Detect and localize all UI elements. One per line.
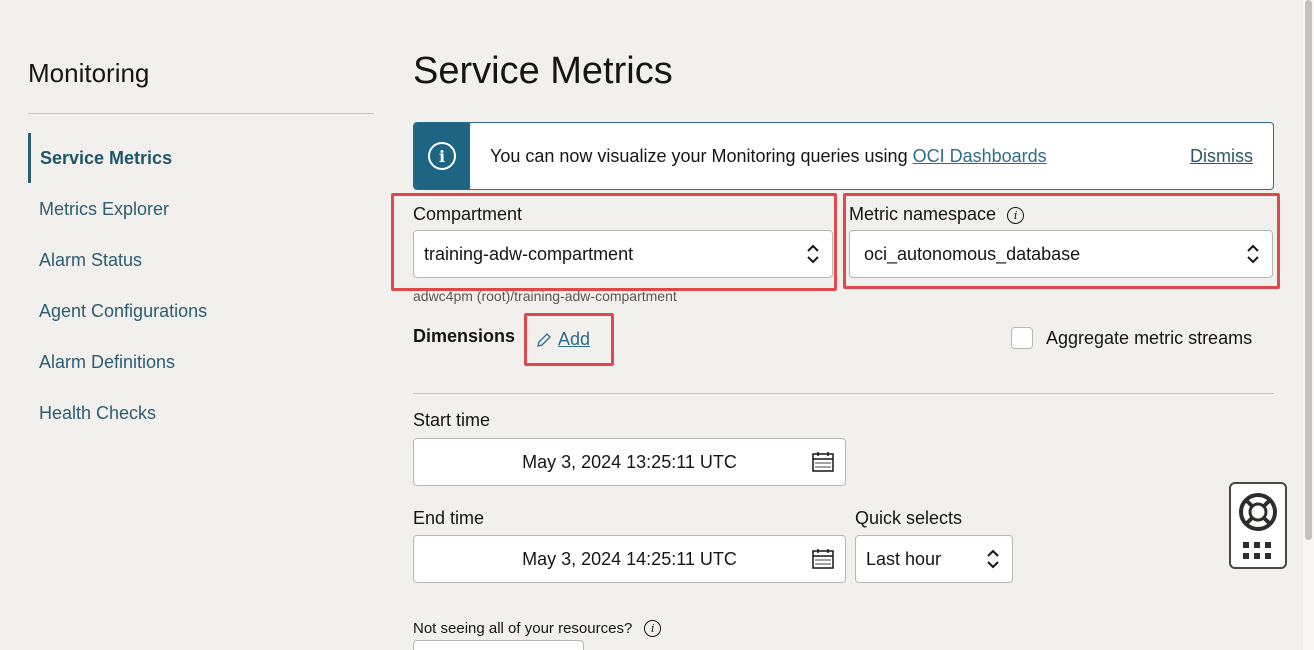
lifebuoy-icon	[1239, 493, 1277, 531]
sidebar-item-label: Metrics Explorer	[39, 199, 170, 219]
section-divider	[413, 393, 1274, 394]
namespace-label: Metric namespace	[849, 204, 997, 224]
sidebar-divider	[28, 113, 374, 114]
namespace-select[interactable]: oci_autonomous_database	[849, 230, 1273, 278]
not-seeing-text: Not seeing all of your resources?	[413, 620, 633, 637]
chevron-updown-icon	[1247, 244, 1259, 264]
sidebar-item-service-metrics[interactable]: Service Metrics	[28, 133, 358, 183]
info-icon[interactable]: i	[644, 620, 662, 637]
help-widget[interactable]	[1229, 482, 1287, 569]
scrollbar-thumb[interactable]	[1305, 0, 1312, 540]
dismiss-button[interactable]: Dismiss	[1190, 146, 1253, 167]
banner-text: You can now visualize your Monitoring qu…	[490, 146, 1047, 167]
info-banner: i You can now visualize your Monitoring …	[413, 122, 1274, 190]
quick-selects-label: Quick selects	[855, 508, 963, 528]
oci-dashboards-link[interactable]: OCI Dashboards	[913, 146, 1047, 166]
sidebar-item-label: Health Checks	[39, 403, 157, 423]
aggregate-label: Aggregate metric streams	[1046, 328, 1253, 348]
sidebar-item-label: Alarm Status	[39, 250, 143, 270]
end-time-input[interactable]: May 3, 2024 14:25:11 UTC	[413, 535, 846, 583]
info-icon: i	[428, 142, 456, 170]
chevron-updown-icon	[807, 244, 819, 264]
partial-button[interactable]	[413, 640, 584, 650]
namespace-value: oci_autonomous_database	[864, 243, 1081, 264]
sidebar-item-alarm-definitions[interactable]: Alarm Definitions	[28, 337, 358, 387]
quick-selects-value: Last hour	[866, 548, 942, 569]
pencil-icon	[537, 332, 551, 347]
sidebar-item-alarm-status[interactable]: Alarm Status	[28, 235, 358, 285]
quick-selects-select[interactable]: Last hour	[855, 535, 1013, 583]
sidebar-title: Monitoring	[28, 58, 150, 88]
sidebar-item-metrics-explorer[interactable]: Metrics Explorer	[28, 184, 358, 234]
compartment-value: training-adw-compartment	[424, 243, 634, 264]
banner-icon-area: i	[414, 123, 470, 189]
start-time-input[interactable]: May 3, 2024 13:25:11 UTC	[413, 438, 846, 486]
end-time-label: End time	[413, 508, 485, 528]
end-time-value: May 3, 2024 14:25:11 UTC	[522, 548, 737, 569]
add-link-label: Add	[558, 329, 591, 349]
sidebar-item-health-checks[interactable]: Health Checks	[28, 388, 358, 438]
chevron-updown-icon	[987, 549, 999, 569]
apps-grid-icon	[1243, 542, 1271, 559]
compartment-label: Compartment	[413, 204, 523, 224]
start-time-value: May 3, 2024 13:25:11 UTC	[522, 451, 737, 472]
not-seeing-row: Not seeing all of your resources? i	[413, 620, 662, 637]
aggregate-checkbox[interactable]	[1011, 327, 1033, 349]
dimensions-label: Dimensions	[413, 326, 516, 346]
sidebar-item-agent-configurations[interactable]: Agent Configurations	[28, 286, 358, 336]
namespace-label-row: Metric namespace i	[849, 204, 1025, 225]
sidebar-item-label: Alarm Definitions	[39, 352, 176, 372]
start-time-label: Start time	[413, 410, 491, 430]
compartment-path: adwc4pm (root)/training-adw-compartment	[413, 288, 677, 304]
sidebar-item-label: Service Metrics	[40, 148, 173, 168]
info-icon[interactable]: i	[1007, 206, 1025, 224]
compartment-select[interactable]: training-adw-compartment	[413, 230, 833, 278]
calendar-icon[interactable]	[811, 547, 835, 571]
add-dimension-button[interactable]: Add	[536, 329, 590, 350]
page-title: Service Metrics	[413, 50, 673, 92]
calendar-icon[interactable]	[811, 450, 835, 474]
banner-message: You can now visualize your Monitoring qu…	[490, 145, 913, 166]
sidebar-item-label: Agent Configurations	[39, 301, 208, 321]
